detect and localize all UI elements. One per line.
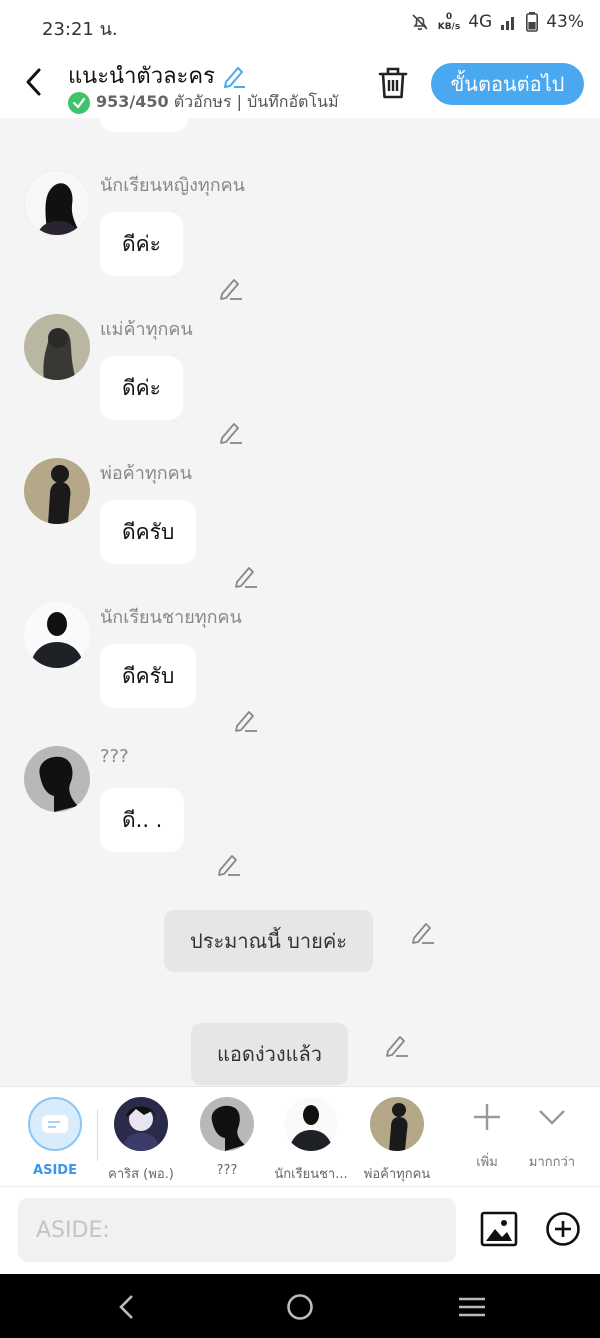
narration-bubble[interactable]: แอดง่วงแล้ว — [191, 1023, 349, 1085]
character-label: พ่อค้าทุกคน — [363, 1167, 431, 1182]
character-avatar — [284, 1097, 338, 1151]
avatar-girl-student[interactable] — [24, 170, 90, 236]
character-label: ??? — [216, 1163, 238, 1178]
message-bubble[interactable]: ดีค่ะ — [100, 356, 183, 420]
add-circle-icon[interactable] — [545, 1211, 581, 1247]
network-type: 4G — [468, 12, 493, 32]
title-row: แนะนำตัวละคร — [68, 58, 247, 93]
status-time: 23:21 น. — [42, 19, 118, 40]
add-label: เพิ่ม — [476, 1155, 498, 1170]
more-label: มากกว่า — [528, 1155, 576, 1170]
back-icon[interactable] — [18, 64, 50, 100]
signal-icon — [501, 17, 515, 30]
autosave-label: | บันทึกอัตโนมั — [236, 92, 339, 111]
message-row: ??? ดี.. . — [0, 746, 600, 886]
edit-message-icon[interactable] — [233, 562, 259, 588]
message-row: นักเรียนชายทุกคน ดีครับ — [0, 602, 600, 742]
app-header: แนะนำตัวละคร 953/450 ตัวอักษร | บันทึกอั… — [0, 50, 600, 118]
character-chip-aside[interactable]: ASIDE — [15, 1097, 95, 1178]
check-icon — [68, 91, 90, 114]
avatar-boy-student[interactable] — [24, 602, 90, 668]
character-chip[interactable]: พ่อค้าทุกคน — [357, 1097, 437, 1184]
sender-name: นักเรียนชายทุกคน — [100, 607, 242, 628]
character-chip[interactable]: นักเรียนชา... — [271, 1097, 351, 1184]
edit-message-icon[interactable] — [233, 706, 259, 732]
chat-area[interactable]: นักเรียนหญิงทุกคน ดีค่ะ แม่ค้าทุกคน ดีค่… — [0, 118, 600, 1086]
strip-divider — [97, 1109, 98, 1161]
character-chip[interactable]: คาริส (พอ.) — [101, 1097, 181, 1184]
edit-narration-icon[interactable] — [384, 1031, 410, 1057]
status-bar: 23:21 น. 0 KB/s 4G 43% — [0, 0, 600, 50]
battery-icon — [526, 12, 539, 32]
nav-recents-icon[interactable] — [457, 1292, 487, 1322]
plus-icon — [474, 1104, 500, 1130]
subtitle-row: 953/450 ตัวอักษร | บันทึกอัตโนมั — [68, 90, 339, 115]
add-character-button[interactable]: เพิ่ม — [452, 1101, 522, 1172]
character-avatar — [200, 1097, 254, 1151]
char-count-status: 953/450 ตัวอักษร | บันทึกอัตโนมั — [96, 90, 339, 115]
character-avatar — [114, 1097, 168, 1151]
input-bar — [0, 1186, 600, 1274]
edit-message-icon[interactable] — [218, 274, 244, 300]
edit-narration-icon[interactable] — [410, 918, 436, 944]
message-input[interactable] — [18, 1198, 456, 1262]
bell-off-icon — [412, 14, 428, 31]
avatar-vendor-woman[interactable] — [24, 314, 90, 380]
avatar-vendor-man[interactable] — [24, 458, 90, 524]
image-icon[interactable] — [480, 1211, 518, 1247]
status-icons: 0 KB/s 4G 43% — [410, 12, 584, 32]
aside-icon — [28, 1097, 82, 1151]
sender-name: นักเรียนหญิงทุกคน — [100, 175, 245, 196]
message-bubble[interactable]: ดี.. . — [100, 788, 185, 852]
character-selector: ASIDE คาริส (พอ.) ??? นักเรียนชา... พ่อค… — [0, 1086, 600, 1186]
character-chip[interactable]: ??? — [187, 1097, 267, 1178]
nav-back-icon[interactable] — [112, 1292, 142, 1322]
page-title: แนะนำตัวละคร — [68, 64, 215, 89]
edit-message-icon[interactable] — [218, 418, 244, 444]
system-nav-bar — [0, 1274, 600, 1338]
chevron-down-icon — [539, 1110, 565, 1125]
sender-name: ??? — [100, 746, 129, 767]
message-row: พ่อค้าทุกคน ดีครับ — [0, 458, 600, 598]
message-row: แม่ค้าทุกคน ดีค่ะ — [0, 314, 600, 454]
character-label: คาริส (พอ.) — [108, 1167, 174, 1182]
message-row: นักเรียนหญิงทุกคน ดีค่ะ — [0, 170, 600, 310]
edit-message-icon[interactable] — [216, 850, 242, 876]
edit-title-icon[interactable] — [221, 63, 247, 89]
trash-icon[interactable] — [376, 64, 410, 102]
message-bubble[interactable]: ดีครับ — [100, 644, 197, 708]
more-characters-button[interactable]: มากกว่า — [517, 1101, 587, 1172]
char-label: ตัวอักษร — [173, 92, 232, 111]
character-label: ASIDE — [33, 1163, 77, 1178]
sender-name: แม่ค้าทุกคน — [100, 319, 193, 340]
message-bubble[interactable]: ดีครับ — [100, 500, 197, 564]
battery-level: 43% — [546, 12, 584, 32]
message-bubble[interactable]: ดีค่ะ — [100, 212, 183, 276]
sender-name: พ่อค้าทุกคน — [100, 463, 192, 484]
nav-home-icon[interactable] — [285, 1292, 315, 1322]
next-step-button[interactable]: ขั้นตอนต่อไป — [431, 63, 584, 105]
partial-message-bubble[interactable] — [100, 118, 188, 132]
char-count: 953/450 — [96, 92, 169, 111]
narration-bubble[interactable]: ประมาณนี้ บายค่ะ — [164, 910, 373, 972]
avatar-unknown[interactable] — [24, 746, 90, 812]
character-avatar — [370, 1097, 424, 1151]
character-label: นักเรียนชา... — [274, 1167, 348, 1182]
network-speed: 0 KB/s — [437, 12, 461, 32]
